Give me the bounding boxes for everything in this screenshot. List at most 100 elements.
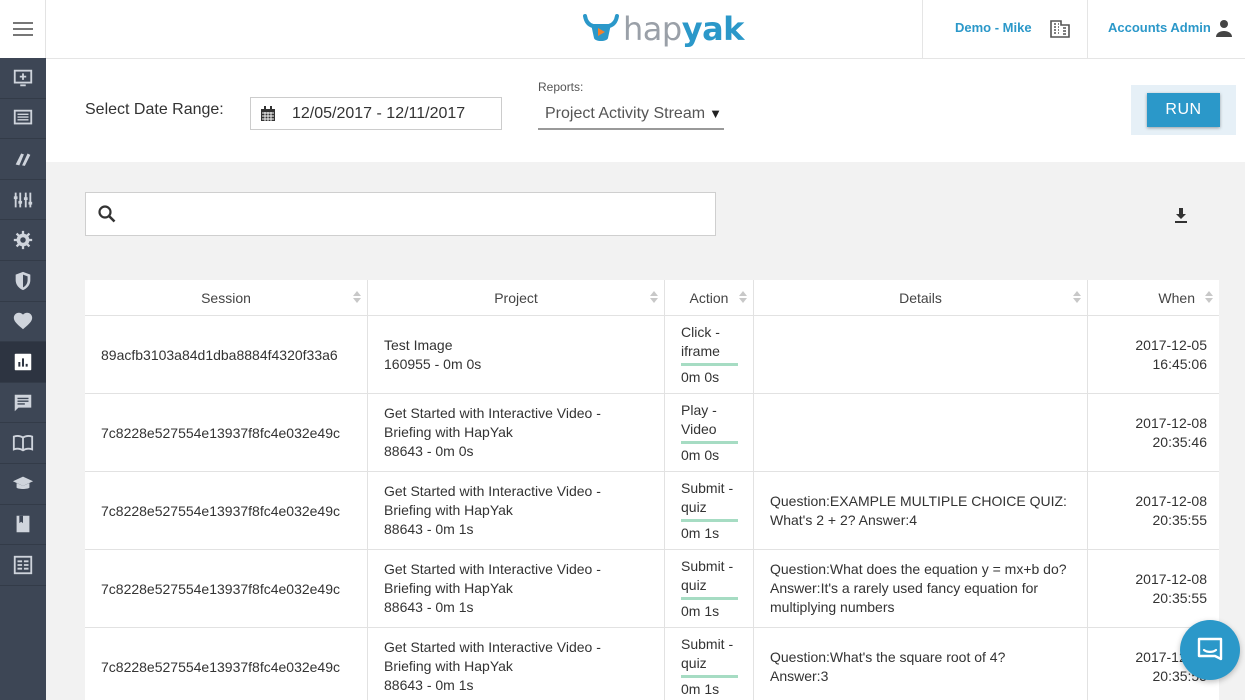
table-row[interactable]: 7c8228e527554e13937f8fc4e032e49c Get Sta…	[85, 550, 1219, 628]
calendar-icon	[261, 105, 275, 121]
logo-text-hap: hap	[623, 10, 682, 48]
action-cell: Play - Video 0m 0s	[665, 394, 754, 471]
search-box[interactable]	[85, 192, 716, 236]
account-switcher[interactable]: Demo - Mike	[955, 20, 1032, 35]
when-date: 2017-12-05	[1135, 336, 1207, 353]
table-row[interactable]: 7c8228e527554e13937f8fc4e032e49c Get Sta…	[85, 394, 1219, 472]
details-cell	[754, 394, 1088, 471]
support-chat-button[interactable]	[1180, 620, 1240, 680]
when-cell: 2017-12-08 20:35:46	[1088, 394, 1219, 471]
session-cell: 7c8228e527554e13937f8fc4e032e49c	[85, 394, 368, 471]
when-cell: 2017-12-08 20:35:55	[1088, 550, 1219, 627]
session-cell: 7c8228e527554e13937f8fc4e032e49c	[85, 472, 368, 549]
sort-icon[interactable]	[1205, 291, 1213, 305]
column-header-details[interactable]: Details	[754, 280, 1088, 316]
hapyak-logo[interactable]: hapyak	[583, 10, 744, 48]
gear-icon	[13, 231, 33, 250]
dropdown-arrow-icon: ▼	[709, 106, 722, 121]
date-range-picker[interactable]: 12/05/2017 - 12/11/2017	[250, 97, 502, 130]
yak-logo-icon	[583, 14, 619, 41]
download-icon[interactable]	[1173, 207, 1189, 225]
project-name: Test Image	[384, 336, 453, 353]
search-input[interactable]	[125, 194, 715, 234]
action-cell: Click - iframe 0m 0s	[665, 316, 754, 393]
chat-icon	[14, 394, 32, 411]
sort-icon[interactable]	[650, 291, 658, 305]
when-time: 20:35:46	[1152, 433, 1208, 450]
details-cell: Question:What's the square root of 4? An…	[754, 628, 1088, 700]
report-type-select[interactable]: Project Activity Stream ▼	[538, 99, 724, 130]
date-range-value: 12/05/2017 - 12/11/2017	[292, 104, 466, 122]
run-button[interactable]: RUN	[1147, 93, 1220, 127]
sidebar-item-reports[interactable]	[0, 342, 46, 383]
table-row[interactable]: 7c8228e527554e13937f8fc4e032e49c Get Sta…	[85, 628, 1219, 700]
column-header-when[interactable]: When	[1088, 280, 1219, 316]
templates-icon	[13, 555, 33, 575]
sidebar-item-favorites[interactable]	[0, 302, 46, 343]
logo-text-yak: yak	[681, 10, 745, 48]
sidebar-item-templates[interactable]	[0, 545, 46, 586]
sidebar-item-tags[interactable]	[0, 139, 46, 180]
project-cell: Get Started with Interactive Video - Bri…	[368, 472, 665, 549]
column-header-session[interactable]: Session	[85, 280, 368, 316]
sidebar-item-settings-sliders[interactable]	[0, 180, 46, 221]
session-cell: 7c8228e527554e13937f8fc4e032e49c	[85, 628, 368, 700]
tag-icon	[15, 153, 31, 166]
action-time: 0m 0s	[681, 368, 720, 385]
sidebar-item-settings[interactable]	[0, 220, 46, 261]
shield-icon	[15, 271, 31, 290]
sidebar-item-comments[interactable]	[0, 383, 46, 424]
sidebar-item-add-project[interactable]	[0, 58, 46, 99]
sidebar-item-bookmarks[interactable]	[0, 505, 46, 546]
user-menu[interactable]: Accounts Admin	[1108, 20, 1211, 35]
action-name: Submit - quiz	[681, 479, 734, 515]
book-icon	[12, 435, 34, 452]
when-cell: 2017-12-05 16:45:06	[1088, 316, 1219, 393]
table-row[interactable]: 7c8228e527554e13937f8fc4e032e49c Get Sta…	[85, 472, 1219, 550]
sidebar-item-security[interactable]	[0, 261, 46, 302]
action-name: Submit - quiz	[681, 635, 734, 671]
sort-icon[interactable]	[353, 291, 361, 305]
when-date: 2017-12-08	[1135, 414, 1207, 431]
sidebar-item-docs[interactable]	[0, 423, 46, 464]
action-bar	[681, 674, 738, 678]
action-bar	[681, 440, 738, 444]
column-header-action[interactable]: Action	[665, 280, 754, 316]
user-icon[interactable]	[1214, 18, 1234, 38]
project-meta: 88643 - 0m 1s	[384, 521, 474, 537]
column-header-label: Details	[899, 290, 942, 306]
building-icon[interactable]	[1049, 17, 1071, 39]
action-name: Submit - quiz	[681, 557, 734, 593]
sort-icon[interactable]	[1073, 291, 1081, 305]
project-name: Get Started with Interactive Video - Bri…	[384, 639, 601, 674]
date-range-label: Select Date Range:	[85, 101, 224, 118]
when-date: 2017-12-08	[1135, 570, 1207, 587]
session-cell: 89acfb3103a84d1dba8884f4320f33a6	[85, 316, 368, 393]
hamburger-icon[interactable]	[12, 22, 33, 36]
sort-icon[interactable]	[739, 291, 747, 305]
project-meta: 88643 - 0m 0s	[384, 443, 474, 459]
action-time: 0m 1s	[681, 602, 720, 619]
top-header: hapyak Demo - Mike Accounts Admin	[46, 0, 1245, 59]
menu-toggle[interactable]	[0, 0, 46, 58]
details-cell: Question:What does the equation y = mx+b…	[754, 550, 1088, 627]
action-time: 0m 1s	[681, 680, 720, 697]
table-row[interactable]: 89acfb3103a84d1dba8884f4320f33a6 Test Im…	[85, 316, 1219, 394]
projects-list-icon	[13, 110, 33, 125]
details-cell	[754, 316, 1088, 393]
sidebar	[0, 0, 46, 700]
when-date: 2017-12-08	[1135, 492, 1207, 509]
heart-icon	[13, 313, 33, 330]
sidebar-item-learning[interactable]	[0, 464, 46, 505]
bookmark-icon	[16, 516, 30, 533]
action-name: Play - Video	[681, 401, 717, 437]
column-header-project[interactable]: Project	[368, 280, 665, 316]
sidebar-item-projects[interactable]	[0, 99, 46, 140]
action-cell: Submit - quiz 0m 1s	[665, 628, 754, 700]
header-divider	[1087, 0, 1088, 59]
action-bar	[681, 596, 738, 600]
project-meta: 88643 - 0m 1s	[384, 677, 474, 693]
reports-label: Reports:	[538, 80, 584, 94]
add-project-icon	[13, 69, 33, 87]
table-header-row: Session Project Action Details When	[85, 280, 1219, 316]
